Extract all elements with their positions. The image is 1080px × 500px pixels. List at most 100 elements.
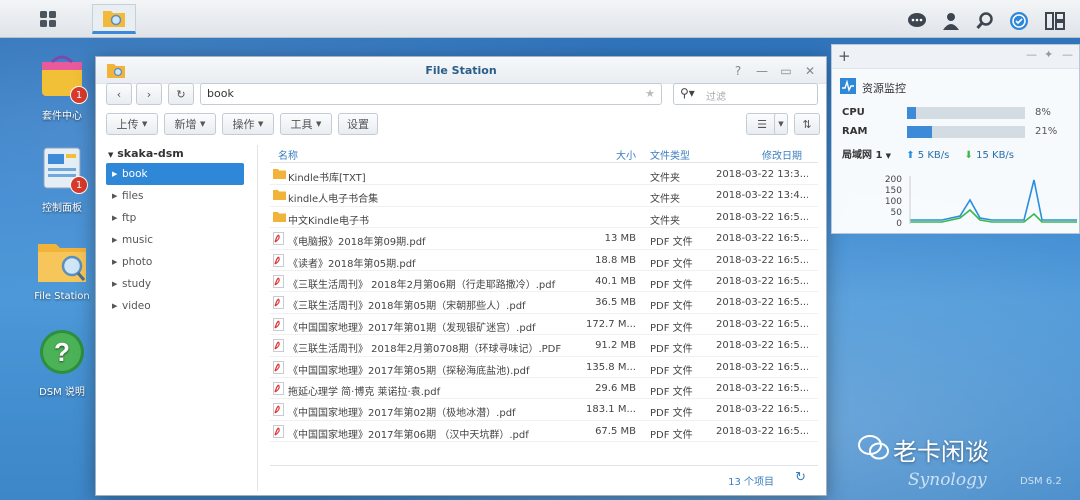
tree-item-study[interactable]: ▶ study	[106, 273, 244, 295]
close-widget-icon[interactable]: —	[1062, 48, 1073, 61]
tree-item-label: study	[122, 278, 152, 290]
tools-button[interactable]: 工具 ▼	[280, 113, 332, 135]
file-name: 中文Kindle电子书	[288, 215, 369, 227]
tree-root[interactable]: ▼ skaka-dsm	[108, 147, 184, 160]
desktop-icon-label: 控制面板	[42, 203, 82, 214]
column-size[interactable]: 大小	[616, 147, 636, 162]
pdf-icon	[273, 317, 284, 331]
chat-icon	[908, 13, 926, 27]
column-type[interactable]: 文件类型	[650, 147, 690, 162]
tree-root-label: skaka-dsm	[117, 147, 184, 160]
caret-down-icon: ▼	[316, 120, 322, 128]
tree-item-book[interactable]: ▶ book	[106, 163, 244, 185]
create-button[interactable]: 新增 ▼	[164, 113, 216, 135]
desktop-icon-package-center[interactable]: 1 套件中心	[22, 52, 102, 122]
action-button[interactable]: 操作 ▼	[222, 113, 274, 135]
file-row[interactable]: 《三联生活周刊》 2018年2月第06期（行走耶路撒冷）.pdf 40.1 MB P…	[270, 271, 818, 293]
maximize-button[interactable]: ▭	[778, 63, 794, 79]
file-size: 36.5 MB	[595, 297, 636, 309]
chevron-left-icon: ‹	[116, 87, 122, 101]
tree-item-ftp[interactable]: ▶ ftp	[106, 207, 244, 229]
file-row[interactable]: 《三联生活周刊》2018年第05期（宋朝那些人）.pdf 36.5 MB PDF 文…	[270, 292, 818, 314]
desktop-icon-dsm-help[interactable]: ? DSM 说明	[22, 328, 102, 398]
file-date: 2018-03-22 16:5...	[716, 211, 808, 223]
search-button[interactable]	[970, 6, 1000, 36]
taskbar-file-station-button[interactable]	[92, 4, 136, 34]
file-row[interactable]: 中文Kindle电子书 文件夹 2018-03-22 16:5...	[270, 207, 818, 229]
pin-icon[interactable]: ✦	[1044, 48, 1053, 61]
refresh-button[interactable]: ↻	[168, 83, 194, 105]
upload-button[interactable]: 上传 ▼	[106, 113, 158, 135]
column-modified[interactable]: 修改日期	[762, 147, 802, 162]
column-name[interactable]: 名称	[278, 147, 298, 162]
star-icon[interactable]: ★	[645, 84, 655, 104]
svg-text:?: ?	[54, 337, 70, 367]
file-name: 《中国国家地理》2017年第02期（极地冰潜）.pdf	[288, 408, 516, 420]
file-date: 2018-03-22 16:5...	[716, 318, 808, 330]
network-interface[interactable]: 局域网 1	[842, 150, 882, 161]
file-row[interactable]: 《中国国家地理》2017年第02期（极地冰潜）.pdf 183.1 M... PDF…	[270, 399, 818, 421]
ram-percent: 21%	[1035, 126, 1058, 137]
network-chart: 200150100500	[885, 175, 1077, 229]
file-type: PDF 文件	[650, 408, 693, 420]
tree-item-music[interactable]: ▶ music	[106, 229, 244, 251]
package-center-badge: 1	[70, 86, 88, 104]
caret-down-icon[interactable]: ▼	[886, 152, 891, 160]
tree-item-photo[interactable]: ▶ photo	[106, 251, 244, 273]
desktop-icon-file-station[interactable]: File Station	[22, 238, 102, 302]
minimize-widget-icon[interactable]: —	[1026, 48, 1037, 61]
file-type: PDF 文件	[650, 280, 693, 291]
file-row[interactable]: 《中国国家地理》2017年第01期（发现银矿迷宫）.pdf 172.7 M... P…	[270, 314, 818, 336]
chart-tick-label: 100	[885, 197, 902, 207]
tree-item-label: files	[122, 190, 144, 202]
file-date: 2018-03-22 16:5...	[716, 383, 808, 394]
filter-input[interactable]: ⚲▾ 过滤	[673, 83, 818, 105]
file-row[interactable]: 《三联生活周刊》 2018年2月第0708期（环球寻味记）.PDF 91.2 MB…	[270, 335, 818, 357]
ram-bar-fill	[907, 126, 932, 138]
window-titlebar[interactable]: File Station ? — ▭ ✕	[96, 57, 826, 84]
monitor-title: 资源监控	[862, 82, 906, 95]
file-row[interactable]: 《中国国家地理》2017年第05期（探秘海底盐池).pdf 135.8 M... P…	[270, 357, 818, 378]
file-type: 文件夹	[650, 215, 680, 227]
file-type: PDF 文件	[650, 387, 693, 398]
file-row[interactable]: kindle人电子书合集 文件夹 2018-03-22 13:4...	[270, 185, 818, 207]
refresh-list-button[interactable]: ↻	[795, 470, 806, 485]
file-row[interactable]: Kindle书库[TXT] 文件夹 2018-03-22 13:3...	[270, 164, 818, 186]
minimize-button[interactable]: —	[754, 63, 770, 79]
close-button[interactable]: ✕	[802, 63, 818, 79]
tree-item-files[interactable]: ▶ files	[106, 185, 244, 207]
file-row[interactable]: 拖延心理学 简·博克 莱诺拉·袁.pdf 29.6 MB PDF 文件 2018-03…	[270, 378, 818, 400]
file-size: 183.1 M...	[586, 404, 636, 416]
view-mode-dropdown[interactable]: ▼	[774, 113, 788, 135]
forward-button[interactable]: ›	[136, 83, 162, 105]
caret-right-icon: ▶	[112, 302, 118, 310]
settings-button[interactable]: 设置	[338, 113, 378, 135]
path-input[interactable]: book ★	[200, 83, 662, 105]
add-widget-icon[interactable]: +	[838, 47, 851, 65]
chat-button[interactable]	[902, 6, 932, 36]
file-date: 2018-03-22 16:5...	[716, 425, 808, 437]
clock-widget-button[interactable]	[1004, 6, 1034, 36]
user-button[interactable]	[936, 6, 966, 36]
file-type: PDF 文件	[650, 344, 693, 356]
tree-item-video[interactable]: ▶ video	[106, 295, 244, 317]
file-row[interactable]: 《中国国家地理》2017年第06期 （汉中天坑群）.pdf 67.5 MB PDF …	[270, 421, 818, 443]
back-button[interactable]: ‹	[106, 83, 132, 105]
network-row: 局域网 1 ▼ ⬆ 5 KB/s ⬇ 15 KB/s	[842, 146, 1072, 161]
file-row[interactable]: 《电脑报》2018年第09期.pdf 13 MB PDF 文件 2018-03-22 …	[270, 228, 818, 250]
pdf-icon	[273, 382, 284, 395]
main-menu-button[interactable]	[30, 4, 66, 34]
file-list: 名称 大小 文件类型 修改日期 Kindle书库[TXT] 文件夹 2018-03-…	[270, 143, 818, 465]
maximize-icon: ▭	[780, 64, 792, 78]
desktop-icon-control-panel[interactable]: 1 控制面板	[22, 146, 102, 214]
cpu-percent: 8%	[1035, 107, 1051, 118]
file-name: 《中国国家地理》2017年第05期（探秘海底盐池).pdf	[288, 365, 530, 377]
upload-speed: 5 KB/s	[917, 150, 950, 161]
file-name: 《读者》2018年第05期.pdf	[288, 258, 416, 270]
file-name: 《中国国家地理》2017年第01期（发现银矿迷宫）.pdf	[288, 322, 536, 334]
widgets-button[interactable]	[1040, 6, 1070, 36]
sort-button[interactable]: ⇅	[794, 113, 820, 135]
help-button[interactable]: ?	[730, 63, 746, 79]
file-row[interactable]: 《读者》2018年第05期.pdf 18.8 MB PDF 文件 2018-03-22…	[270, 250, 818, 271]
widgets-icon	[1045, 12, 1065, 30]
